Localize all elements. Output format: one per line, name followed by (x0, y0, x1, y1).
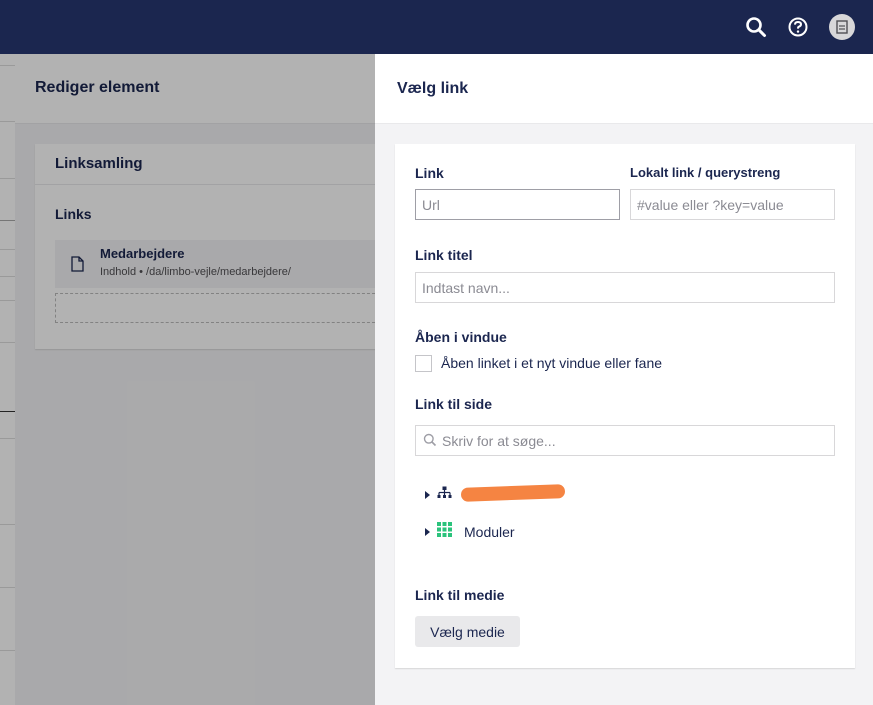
search-icon (423, 433, 437, 452)
top-bar (0, 0, 873, 54)
choose-media-button[interactable]: Vælg medie (415, 616, 520, 647)
redaction-mark (460, 484, 566, 502)
panel-title: Vælg link (397, 80, 469, 97)
url-input[interactable] (415, 189, 620, 220)
help-icon[interactable] (785, 14, 811, 40)
link-title-label: Link titel (415, 247, 473, 263)
tree-node-label[interactable]: Moduler (464, 524, 515, 540)
page-search-input[interactable] (415, 425, 835, 456)
anchor-input[interactable] (630, 189, 835, 220)
expand-caret-icon[interactable] (425, 491, 430, 499)
link-to-media-label: Link til medie (415, 587, 505, 603)
link-picker-panel: Vælg link Link Lokalt link / querystreng… (375, 54, 873, 705)
new-window-checkbox[interactable] (415, 355, 432, 372)
new-window-checkbox-label[interactable]: Åben linket i et nyt vindue eller fane (441, 355, 662, 371)
target-label: Åben i vindue (415, 329, 507, 345)
sitemap-icon (437, 486, 452, 504)
expand-caret-icon[interactable] (425, 528, 430, 536)
grid-icon (437, 522, 452, 542)
link-title-input[interactable] (415, 272, 835, 303)
link-picker-form: Link Lokalt link / querystreng Link tite… (395, 144, 855, 668)
tree-node-moduler[interactable]: Moduler (425, 521, 515, 543)
tree-node-site[interactable] (425, 484, 464, 506)
link-label: Link (415, 165, 444, 181)
user-avatar-icon[interactable] (829, 14, 855, 40)
panel-header: Vælg link (375, 54, 873, 124)
link-to-page-label: Link til side (415, 396, 493, 412)
anchor-label: Lokalt link / querystreng (630, 165, 781, 180)
page-search (415, 425, 835, 456)
search-icon[interactable] (743, 14, 769, 40)
modal-overlay[interactable] (0, 54, 375, 705)
